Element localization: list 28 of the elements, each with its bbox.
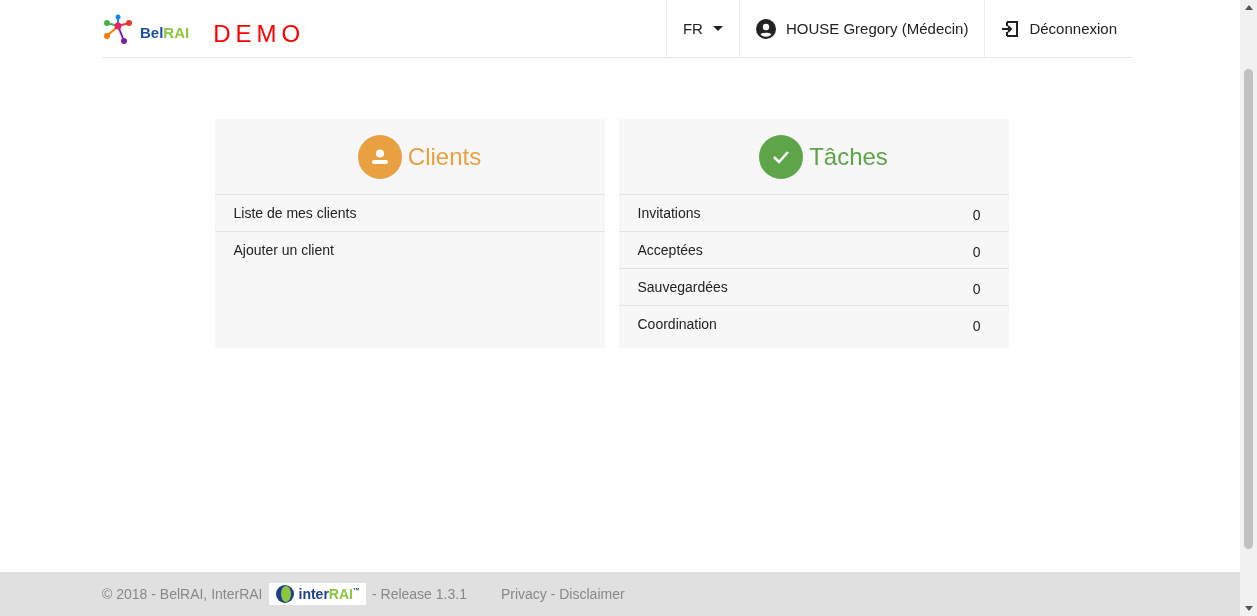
count-text: 0	[972, 281, 981, 297]
user-icon	[755, 18, 776, 39]
card-title: Tâches	[809, 142, 888, 171]
count-text: 0	[972, 207, 981, 223]
menu-link[interactable]: Liste de mes clients	[233, 205, 357, 221]
count-text: 0	[972, 318, 981, 334]
menu-link[interactable]: Coordination	[637, 316, 717, 332]
count-text: 0	[972, 244, 981, 260]
user-menu[interactable]: HOUSE Gregory (Médecin)	[738, 0, 985, 57]
menu-link[interactable]: Sauvegardées	[637, 279, 728, 295]
belrai-logo-text: BelRAI	[140, 24, 190, 41]
release-text: - Release 1.3.1	[371, 586, 467, 602]
scroll-down-icon[interactable]	[1244, 606, 1253, 611]
menu-link[interactable]: Invitations	[637, 205, 701, 221]
language-dropdown[interactable]: FR	[665, 0, 739, 57]
caret-icon	[712, 26, 723, 31]
scrollbar[interactable]	[1240, 0, 1257, 616]
scroll-up-icon[interactable]	[1244, 5, 1253, 10]
logout-icon	[1001, 20, 1020, 37]
molecule-logo-icon	[102, 13, 134, 44]
demo-label: DEMO	[213, 19, 306, 48]
copyright-text: © 2018 - BelRAI, InterRAI	[102, 586, 263, 602]
interrai-logo: interRAI$^{™}$	[268, 583, 366, 605]
scroll-thumb[interactable]	[1244, 69, 1253, 549]
card-title: Clients	[407, 142, 482, 171]
menu-link[interactable]: Acceptées	[637, 242, 703, 258]
logout-button[interactable]: Déconnexion	[984, 0, 1133, 57]
menu-link[interactable]: Ajouter un client	[233, 242, 334, 258]
